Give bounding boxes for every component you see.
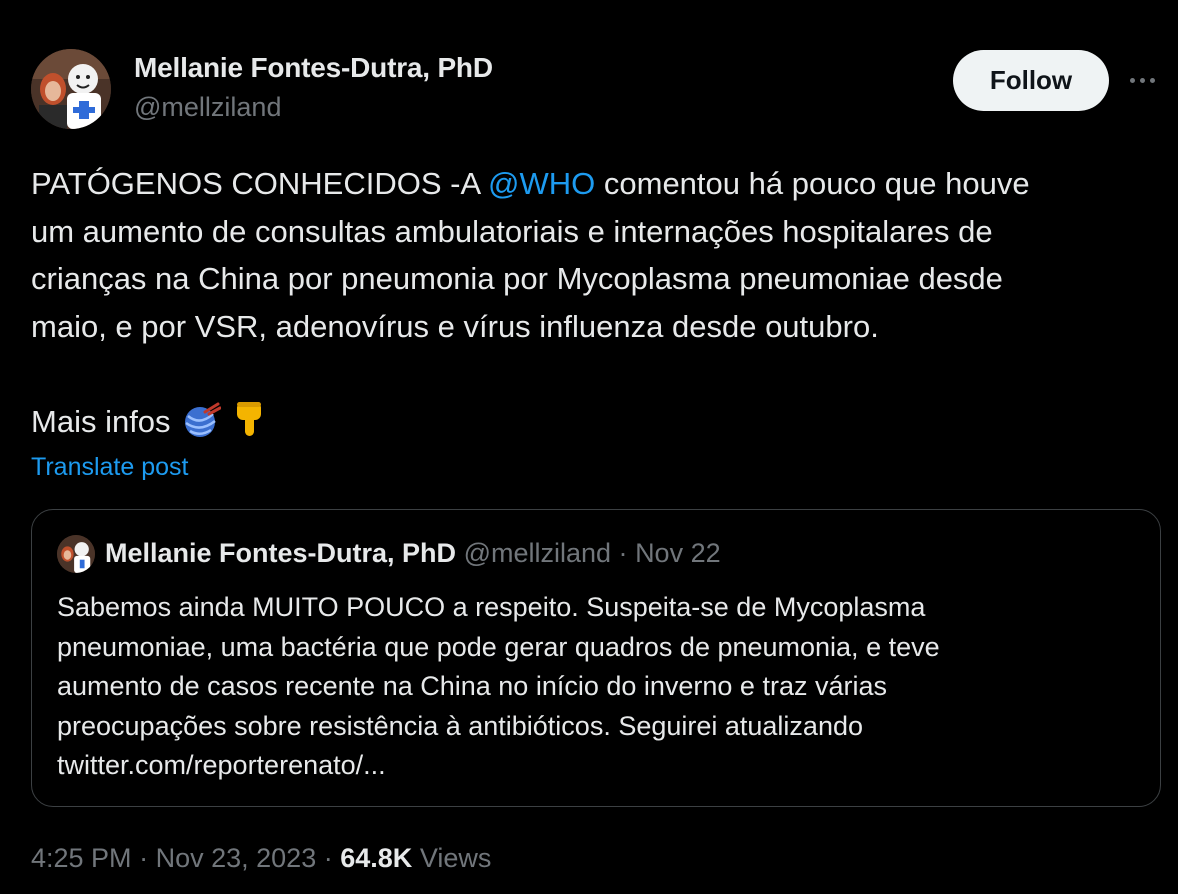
quoted-line: Sabemos ainda MUITO POUCO a respeito. Su… (57, 592, 926, 622)
mention-link[interactable]: @WHO (488, 166, 595, 201)
quoted-author-avatar (57, 535, 95, 573)
quoted-line: pneumoniae, uma bactéria que pode gerar … (57, 631, 940, 662)
post-date[interactable]: Nov 23, 2023 (156, 843, 317, 873)
translate-post-link[interactable]: Translate post (31, 453, 188, 482)
views-count: 64.8K (340, 843, 413, 873)
views-label: Views (419, 843, 492, 873)
post-line-2: um aumento de consultas ambulatoriais e … (31, 213, 993, 249)
post-text: PATÓGENOS CONHECIDOS -A @WHO comentou há… (31, 160, 1151, 451)
meta-separator: · (139, 843, 149, 873)
more-info-text: Mais infos (31, 403, 171, 439)
quoted-text: Sabemos ainda MUITO POUCO a respeito. Su… (57, 588, 1147, 786)
quoted-header: Mellanie Fontes-Dutra, PhD @mellziland ·… (105, 538, 721, 569)
follow-button[interactable]: Follow (953, 50, 1109, 111)
quoted-display-name: Mellanie Fontes-Dutra, PhD (105, 538, 457, 568)
more-options-icon[interactable] (1122, 62, 1162, 98)
post-time[interactable]: 4:25 PM (31, 843, 132, 873)
profile-photo-avatar-icon (31, 49, 111, 129)
pointing-down-emoji-icon (234, 400, 264, 452)
post-line-1: PATÓGENOS CONHECIDOS -A @WHO comentou há… (31, 166, 1030, 201)
meta-separator: · (323, 843, 333, 873)
yarn-emoji-icon (183, 402, 222, 452)
more-info-line: Mais infos (31, 398, 1151, 452)
post-metadata: 4:25 PM · Nov 23, 2023 · 64.8K Views (31, 843, 491, 874)
quoted-line: preocupações sobre resistência à antibió… (57, 710, 863, 741)
post-line-3: crianças na China por pneumonia por Myco… (31, 261, 1003, 296)
quoted-link-line: twitter.com/reporterenato/... (57, 750, 386, 780)
author-display-name[interactable]: Mellanie Fontes-Dutra, PhD (134, 52, 493, 84)
quoted-post[interactable]: Mellanie Fontes-Dutra, PhD @mellziland ·… (31, 509, 1161, 807)
profile-photo-avatar-icon (57, 535, 95, 573)
author-handle[interactable]: @mellziland (134, 92, 281, 123)
quoted-date: Nov 22 (635, 538, 721, 568)
author-avatar[interactable] (31, 49, 111, 129)
quoted-separator: · (618, 538, 628, 568)
tweet: Mellanie Fontes-Dutra, PhD @mellziland F… (0, 0, 1178, 894)
post-line-4: maio, e por VSR, adenovírus e vírus infl… (31, 308, 879, 344)
quoted-handle: @mellziland (463, 538, 612, 568)
quoted-line: aumento de casos recente na China no iní… (57, 671, 887, 701)
